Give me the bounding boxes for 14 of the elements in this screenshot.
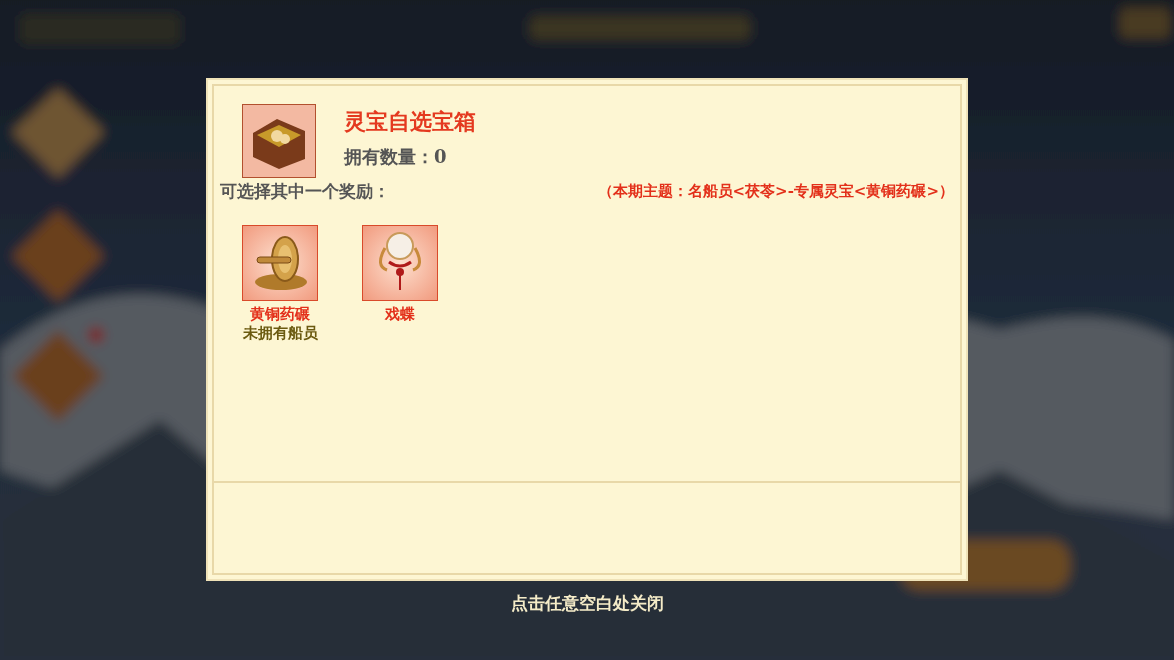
chest-title: 灵宝自选宝箱 <box>344 107 476 136</box>
choose-prompt: 可选择其中一个奖励： <box>220 180 390 203</box>
close-hint: 点击任意空白处关闭 <box>510 593 664 613</box>
blurred-diamond-icon <box>12 88 104 178</box>
reward-name: 黄铜药碾 <box>250 305 310 324</box>
blurred-corner-shape <box>1120 8 1170 38</box>
reward-status: 未拥有船员 <box>242 324 318 343</box>
reward-name: 戏蝶 <box>385 305 415 324</box>
blurred-diamond-icon <box>12 327 104 422</box>
reward-item-tile[interactable] <box>242 225 318 301</box>
blurred-diamond-icon <box>12 210 104 302</box>
owned-count: 拥有数量：0 <box>344 145 448 169</box>
theme-note: （本期主题：名船员<茯苓>-专属灵宝<黄铜药碾>） <box>597 182 954 201</box>
reward-item-tile[interactable] <box>362 225 438 301</box>
